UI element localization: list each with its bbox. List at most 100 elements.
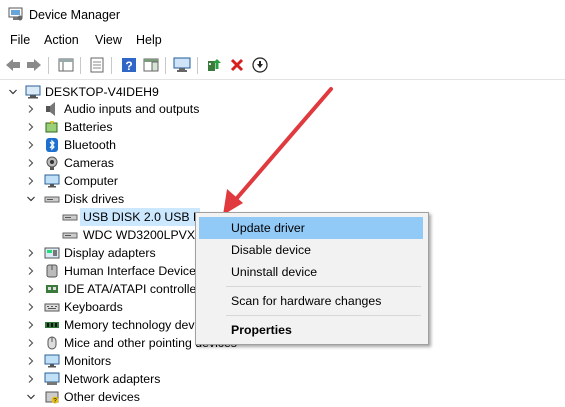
tree-category-label[interactable]: Audio inputs and outputs xyxy=(64,102,199,116)
console-tree-icon xyxy=(58,58,74,72)
chevron-right-icon[interactable] xyxy=(26,320,36,330)
window-title: Device Manager xyxy=(29,8,121,22)
tree-category-label[interactable]: Computer xyxy=(64,174,118,188)
monitor-icon xyxy=(44,174,60,188)
menu-item-label: Scan for hardware changes xyxy=(231,294,382,308)
menu-item-label: Properties xyxy=(231,323,292,337)
chevron-right-icon[interactable] xyxy=(26,374,36,384)
scan-hardware-button[interactable] xyxy=(173,56,191,74)
ide-controller-icon xyxy=(46,285,58,293)
properties-button[interactable] xyxy=(88,56,106,74)
menu-action[interactable]: Action xyxy=(44,33,79,47)
camera-icon xyxy=(46,156,58,170)
toolbar-separator xyxy=(111,57,112,74)
menu-bar: File Action View Help xyxy=(0,31,565,51)
menu-update-driver[interactable]: Update driver xyxy=(199,217,423,239)
hid-icon xyxy=(46,264,58,278)
chevron-right-icon[interactable] xyxy=(26,176,36,186)
menu-item-label: Uninstall device xyxy=(231,265,318,279)
context-menu: Update driver Disable device Uninstall d… xyxy=(195,212,429,345)
tree-top-border xyxy=(0,79,565,80)
show-hide-console-tree-button[interactable] xyxy=(57,56,75,74)
tree-category-label[interactable]: Cameras xyxy=(64,156,114,170)
tree-category-label[interactable]: Other devices xyxy=(64,390,140,404)
back-arrow-icon xyxy=(6,59,20,71)
chevron-right-icon[interactable] xyxy=(26,284,36,294)
forward-arrow-icon xyxy=(27,59,41,71)
update-driver-button[interactable] xyxy=(205,56,223,74)
action-pane-icon xyxy=(143,58,159,72)
tree-category-label[interactable]: Bluetooth xyxy=(64,138,116,152)
forward-button[interactable] xyxy=(25,56,43,74)
speaker-icon xyxy=(46,102,55,116)
menu-scan-hardware-changes[interactable]: Scan for hardware changes xyxy=(199,290,423,312)
chevron-right-icon[interactable] xyxy=(26,104,36,114)
tree-device-label[interactable]: WDC WD3200LPVX-60 xyxy=(83,228,213,242)
chevron-right-icon[interactable] xyxy=(26,158,36,168)
device-manager-icon xyxy=(8,7,23,21)
tree-category-label[interactable]: Monitors xyxy=(64,354,111,368)
computer-icon xyxy=(25,85,41,99)
uninstall-device-button[interactable] xyxy=(228,56,246,74)
display-adapter-icon xyxy=(44,247,60,259)
chevron-down-icon[interactable] xyxy=(26,392,36,402)
menu-disable-device[interactable]: Disable device xyxy=(199,239,423,261)
chevron-right-icon[interactable] xyxy=(26,122,36,132)
disk-drive-icon xyxy=(62,232,78,239)
tree-category-label[interactable]: IDE ATA/ATAPI controllers xyxy=(64,282,207,296)
download-circle-icon xyxy=(252,57,268,73)
chevron-down-icon[interactable] xyxy=(8,87,18,97)
annotation-arrow xyxy=(223,87,333,215)
uninstall-x-icon xyxy=(230,58,244,72)
chevron-right-icon[interactable] xyxy=(26,266,36,276)
update-driver-icon xyxy=(208,59,221,71)
disk-drive-icon xyxy=(62,214,78,221)
back-button[interactable] xyxy=(4,56,22,74)
menu-item-label: Update driver xyxy=(231,221,305,235)
toolbar-separator xyxy=(165,57,166,74)
tree-category-label[interactable]: Memory technology dev xyxy=(64,318,195,332)
tree-category-label[interactable]: Human Interface Devices xyxy=(64,264,202,278)
chevron-right-icon[interactable] xyxy=(26,338,36,348)
memory-icon xyxy=(45,322,59,328)
tree-category-label[interactable]: Batteries xyxy=(64,120,113,134)
bluetooth-icon xyxy=(46,138,58,152)
menu-help[interactable]: Help xyxy=(136,33,162,47)
toolbar-separator xyxy=(48,57,49,74)
properties-sheet-icon xyxy=(90,57,104,73)
svg-text:?: ? xyxy=(125,59,132,73)
network-adapter-icon xyxy=(44,372,60,385)
menu-uninstall-device[interactable]: Uninstall device xyxy=(199,261,423,283)
tree-category-label[interactable]: Network adapters xyxy=(64,372,160,386)
enable-device-button[interactable] xyxy=(251,56,269,74)
action-pane-button[interactable] xyxy=(142,56,160,74)
tree-category-label[interactable]: Keyboards xyxy=(64,300,123,314)
chevron-right-icon[interactable] xyxy=(26,248,36,258)
menu-view[interactable]: View xyxy=(95,33,122,47)
battery-icon xyxy=(45,121,58,133)
menu-properties[interactable]: Properties xyxy=(199,319,423,341)
menu-separator xyxy=(226,286,421,287)
toolbar-separator xyxy=(197,57,198,74)
toolbar-separator xyxy=(80,57,81,74)
menu-file[interactable]: File xyxy=(10,33,30,47)
disk-drive-icon xyxy=(44,196,60,203)
mouse-icon xyxy=(47,336,57,350)
chevron-right-icon[interactable] xyxy=(26,356,36,366)
menu-separator xyxy=(226,315,421,316)
tree-root-label[interactable]: DESKTOP-V4IDEH9 xyxy=(45,85,159,99)
chevron-right-icon[interactable] xyxy=(26,140,36,150)
keyboard-icon xyxy=(44,303,60,312)
chevron-down-icon[interactable] xyxy=(26,194,36,204)
menu-item-label: Disable device xyxy=(231,243,311,257)
tree-category-label[interactable]: Disk drives xyxy=(64,192,124,206)
help-icon: ? xyxy=(122,58,136,73)
other-devices-icon: ? xyxy=(45,391,59,405)
monitor-icon xyxy=(44,354,60,368)
chevron-right-icon[interactable] xyxy=(26,302,36,312)
tree-category-label[interactable]: Display adapters xyxy=(64,246,156,260)
toolbar: ? xyxy=(0,53,565,78)
title-bar: Device Manager xyxy=(0,0,565,30)
help-button[interactable]: ? xyxy=(120,56,138,74)
scan-monitor-icon xyxy=(173,57,191,72)
